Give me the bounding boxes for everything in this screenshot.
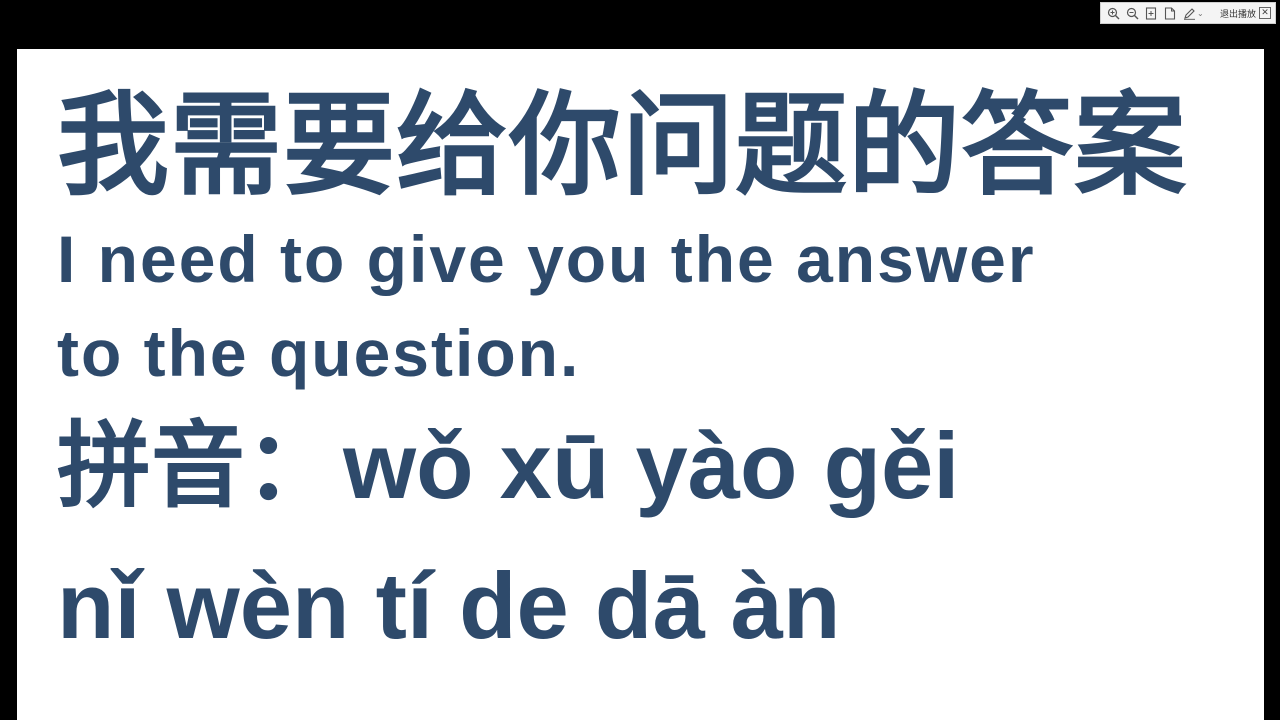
pinyin-line-1: 拼音：wǒ xū yào gěi <box>57 411 959 522</box>
zoom-in-icon <box>1107 7 1119 19</box>
english-translation-line-2: to the question. <box>57 316 581 390</box>
english-translation-line-1: I need to give you the answer <box>57 222 1036 296</box>
exit-slideshow-button[interactable]: 退出播放 <box>1220 7 1256 20</box>
page-icon <box>1164 6 1176 20</box>
pen-options-chevron-down-icon[interactable]: ⌄ <box>1197 9 1205 18</box>
zoom-out-button[interactable] <box>1124 5 1140 21</box>
pen-icon <box>1183 7 1195 20</box>
presentation-toolbar: ⌄ 退出播放 ✕ <box>1100 2 1276 24</box>
fit-page-icon <box>1145 6 1157 20</box>
pen-button[interactable] <box>1181 5 1197 21</box>
fit-page-button[interactable] <box>1143 5 1159 21</box>
pinyin-label: 拼音： <box>57 412 340 521</box>
pinyin-text-1: wǒ xū yào gěi <box>343 413 960 518</box>
chinese-sentence: 我需要给你问题的答案 <box>57 81 1187 211</box>
slide-canvas: 我需要给你问题的答案 I need to give you the answer… <box>17 49 1264 720</box>
pinyin-line-2: nǐ wèn tí de dā àn <box>57 553 841 658</box>
zoom-out-icon <box>1126 7 1138 19</box>
page-button[interactable] <box>1162 5 1178 21</box>
close-icon[interactable]: ✕ <box>1259 7 1272 19</box>
zoom-in-button[interactable] <box>1105 5 1121 21</box>
